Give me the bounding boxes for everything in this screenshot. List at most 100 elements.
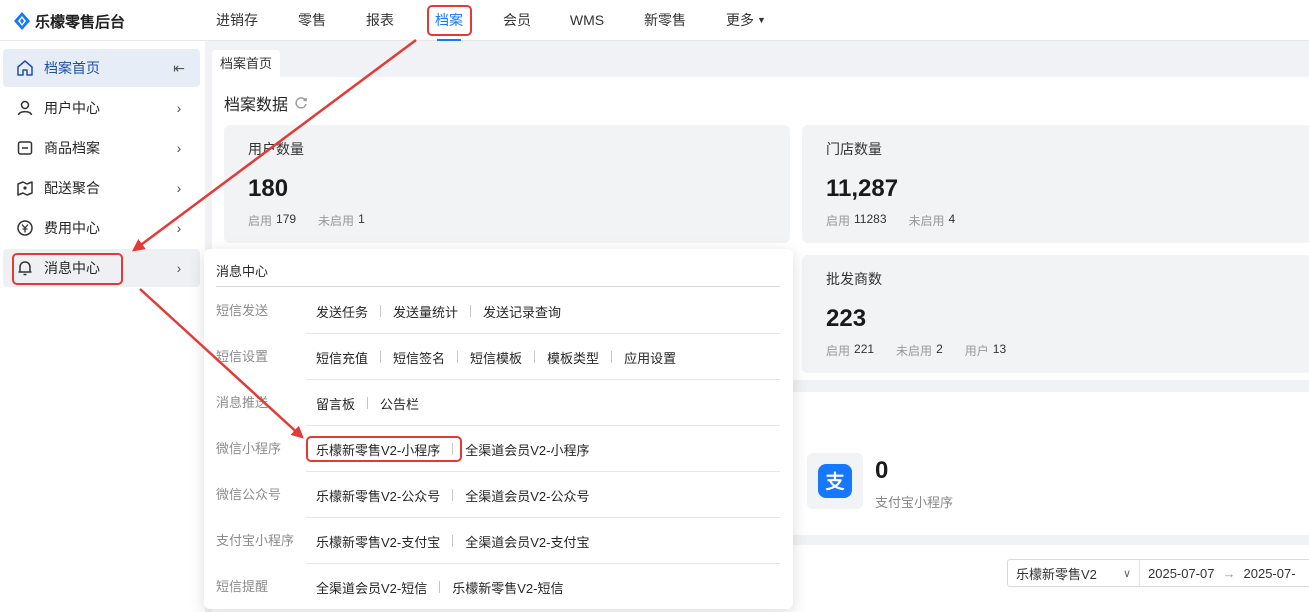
sidebar-item-label: 档案首页 xyxy=(44,60,100,76)
nav-item-new-retail[interactable]: 新零售 xyxy=(642,0,688,41)
card-value: 223 xyxy=(826,305,867,332)
sub-label: 未启用 xyxy=(896,344,933,358)
sidebar-item-delivery[interactable]: 配送聚合 › xyxy=(3,169,200,207)
yen-icon xyxy=(15,218,35,238)
menu-link-send-records[interactable]: 发送记录查询 xyxy=(483,302,561,321)
menu-group-label: 短信设置 xyxy=(216,349,269,364)
alipay-mini-program-tile: 支 xyxy=(807,453,863,509)
chevron-right-icon: › xyxy=(176,220,182,236)
app-date-filter: 乐檬新零售V2 ∨ 2025-07-07 → 2025-07- xyxy=(1007,559,1309,587)
sidebar-item-product-archive[interactable]: 商品档案 › xyxy=(3,129,200,167)
stat-card-wholesalers: 批发商数 223 启用 221 未启用 2 用户 13 xyxy=(802,255,1309,373)
alipay-count: 0 xyxy=(875,457,889,484)
refresh-icon[interactable] xyxy=(294,96,308,110)
stat-card-stores: 门店数量 11,287 启用 11283 未启用 4 xyxy=(802,125,1309,243)
sub-value: 13 xyxy=(992,342,1007,356)
menu-link-template-type[interactable]: 模板类型 xyxy=(547,348,599,367)
page-tab-bar: 档案首页 xyxy=(212,47,1309,77)
sub-label: 未启用 xyxy=(318,214,355,228)
menu-link-omni-member-v2-sms[interactable]: 全渠道会员V2-短信 xyxy=(316,578,427,597)
collapse-sidebar-icon[interactable]: ⇤ xyxy=(170,60,188,77)
flyout-divider xyxy=(216,286,780,287)
nav-item-inventory[interactable]: 进销存 xyxy=(214,0,260,41)
menu-group-label: 短信发送 xyxy=(216,303,269,318)
flyout-title: 消息中心 xyxy=(216,264,269,279)
menu-group-label: 微信公众号 xyxy=(216,487,282,502)
menu-link-sms-signature[interactable]: 短信签名 xyxy=(393,348,445,367)
arrow-right-icon: → xyxy=(1222,565,1236,581)
sub-value: 2 xyxy=(936,342,943,356)
nav-item-wms[interactable]: WMS xyxy=(568,0,606,41)
menu-link-bulletin[interactable]: 公告栏 xyxy=(380,394,419,413)
menu-link-lemeng-v2-mini[interactable]: 乐檬新零售V2-小程序 xyxy=(316,440,440,459)
sub-label: 用户 xyxy=(964,344,989,358)
menu-group-label: 支付宝小程序 xyxy=(216,533,295,548)
chevron-right-icon: › xyxy=(176,180,182,196)
brand-logo-icon xyxy=(14,12,30,30)
sub-value: 11283 xyxy=(854,212,887,226)
sidebar-item-user-center[interactable]: 用户中心 › xyxy=(3,89,200,127)
menu-link-lemeng-v2-official[interactable]: 乐檬新零售V2-公众号 xyxy=(316,486,440,505)
menu-group-sms-settings: 短信设置 短信充值 短信签名 短信模板 模板类型 应用设置 xyxy=(204,334,793,380)
user-icon xyxy=(15,98,35,118)
menu-link-app-settings[interactable]: 应用设置 xyxy=(624,348,676,367)
menu-link-message-board[interactable]: 留言板 xyxy=(316,394,355,413)
menu-group-label: 微信小程序 xyxy=(216,441,282,456)
nav-item-reports[interactable]: 报表 xyxy=(364,0,396,41)
chevron-right-icon: › xyxy=(176,260,182,276)
sidebar-item-label: 费用中心 xyxy=(44,220,100,236)
menu-link-lemeng-v2-sms[interactable]: 乐檬新零售V2-短信 xyxy=(452,578,563,597)
home-icon xyxy=(15,58,35,78)
menu-link-lemeng-v2-alipay[interactable]: 乐檬新零售V2-支付宝 xyxy=(316,532,440,551)
menu-group-sms-reminder: 短信提醒 全渠道会员V2-短信 乐檬新零售V2-短信 xyxy=(204,564,793,610)
menu-link-omni-member-v2-alipay[interactable]: 全渠道会员V2-支付宝 xyxy=(465,532,589,551)
sub-value: 4 xyxy=(948,212,956,226)
date-end-input[interactable]: 2025-07- xyxy=(1244,566,1296,581)
sidebar-item-label: 消息中心 xyxy=(44,260,100,276)
menu-link-send-stats[interactable]: 发送量统计 xyxy=(393,302,458,321)
menu-group-alipay-mini: 支付宝小程序 乐檬新零售V2-支付宝 全渠道会员V2-支付宝 xyxy=(204,518,793,564)
nav-item-archive[interactable]: 档案 xyxy=(433,0,465,41)
chevron-right-icon: › xyxy=(176,100,182,116)
menu-group-push: 消息推送 留言板 公告栏 xyxy=(204,380,793,426)
sub-value: 1 xyxy=(358,212,365,226)
menu-link-sms-template[interactable]: 短信模板 xyxy=(470,348,522,367)
menu-group-sms-send: 短信发送 发送任务 发送量统计 发送记录查询 xyxy=(204,288,793,334)
nav-item-member[interactable]: 会员 xyxy=(501,0,533,41)
menu-link-sms-recharge[interactable]: 短信充值 xyxy=(316,348,368,367)
stat-card-users: 用户数量 180 启用 179 未启用 1 xyxy=(224,125,790,243)
sub-label: 启用 xyxy=(826,344,851,358)
app-select[interactable]: 乐檬新零售V2 ∨ xyxy=(1008,560,1140,586)
section-title: 档案数据 xyxy=(224,91,308,115)
menu-group-wechat-official: 微信公众号 乐檬新零售V2-公众号 全渠道会员V2-公众号 xyxy=(204,472,793,518)
product-icon xyxy=(15,138,35,158)
menu-link-omni-member-v2-official[interactable]: 全渠道会员V2-公众号 xyxy=(465,486,589,505)
sidebar-item-archive-home[interactable]: 档案首页 ⇤ xyxy=(3,49,200,87)
sidebar-item-message-center[interactable]: 消息中心 › xyxy=(3,249,200,287)
message-center-flyout: 消息中心 短信发送 发送任务 发送量统计 发送记录查询 短信设置 短信充值 短信… xyxy=(204,249,793,609)
chevron-right-icon: › xyxy=(176,140,182,156)
section-title-text: 档案数据 xyxy=(224,97,289,114)
sidebar-item-label: 商品档案 xyxy=(44,140,100,156)
brand[interactable]: 乐檬零售后台 xyxy=(14,10,125,32)
svg-text:支: 支 xyxy=(824,471,845,493)
nav-item-more[interactable]: 更多 ▼ xyxy=(724,0,768,41)
delivery-icon xyxy=(15,178,35,198)
menu-link-send-task[interactable]: 发送任务 xyxy=(316,302,368,321)
card-title: 批发商数 xyxy=(826,271,882,287)
sidebar-item-label: 用户中心 xyxy=(44,100,100,116)
sub-value: 221 xyxy=(854,342,875,356)
sub-label: 未启用 xyxy=(908,214,945,228)
tab-archive-home[interactable]: 档案首页 xyxy=(212,50,281,77)
menu-link-omni-member-v2-mini[interactable]: 全渠道会员V2-小程序 xyxy=(465,440,589,459)
app-select-value: 乐檬新零售V2 xyxy=(1016,566,1097,582)
sidebar-item-label: 配送聚合 xyxy=(44,180,100,196)
menu-group-wechat-mini: 微信小程序 乐檬新零售V2-小程序 全渠道会员V2-小程序 xyxy=(204,426,793,472)
date-start-input[interactable]: 2025-07-07 xyxy=(1140,566,1215,581)
card-title: 门店数量 xyxy=(826,141,882,157)
bell-icon xyxy=(15,258,35,278)
chevron-down-icon: ∨ xyxy=(1122,567,1131,580)
nav-item-retail[interactable]: 零售 xyxy=(296,0,328,41)
menu-group-label: 消息推送 xyxy=(216,395,269,410)
sidebar-item-expense[interactable]: 费用中心 › xyxy=(3,209,200,247)
